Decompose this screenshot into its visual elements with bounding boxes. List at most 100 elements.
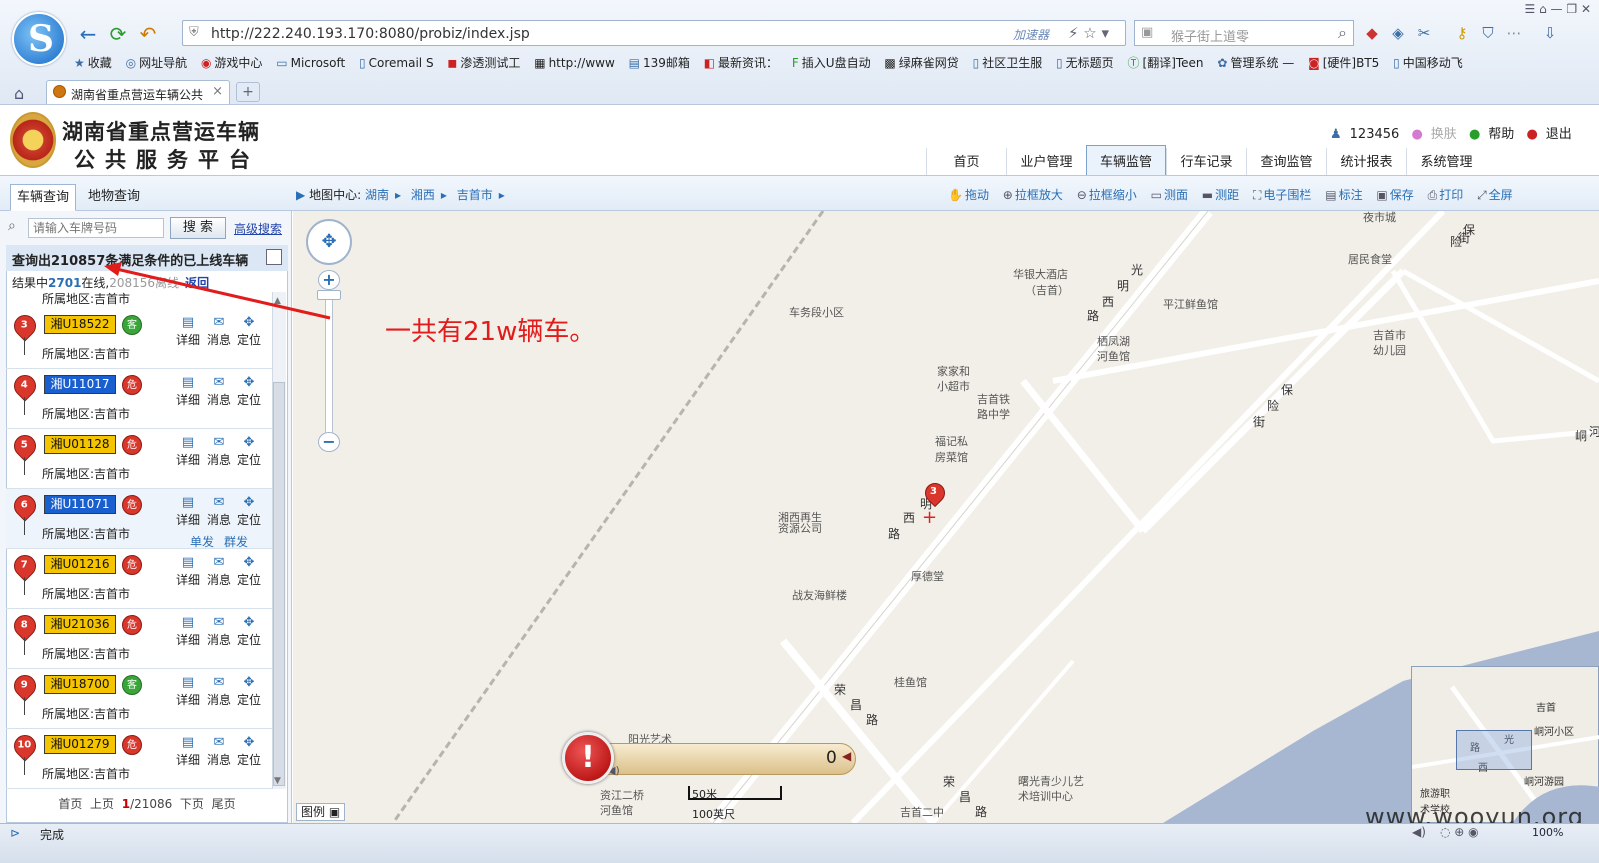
poi-nightmarket[interactable]: 夜市城 [1363,211,1396,225]
tool-save[interactable]: ▣ 保存 [1376,184,1413,206]
skin-label[interactable]: 换肤 [1431,127,1457,142]
nav-driving-record[interactable]: 行车记录 [1166,148,1246,175]
fav-item[interactable]: ◎ 网址导航 [126,54,188,71]
more-icon[interactable]: ⋯ [1504,24,1524,44]
map-canvas[interactable]: 夜市城 居民食堂 华银大酒店 （吉首） 平江鲜鱼馆 栖凤湖 河鱼馆 车务段小区 … [293,211,1599,823]
legend-button[interactable]: 图例 ▣ [296,803,346,821]
message-button[interactable]: ✉ 消息 [205,615,233,648]
poi-chewu[interactable]: 车务段小区 [789,304,844,320]
locate-button[interactable]: ✥ 定位 [235,675,263,708]
poi-jiajia[interactable]: 家家和 [937,363,970,379]
locate-button[interactable]: ✥ 定位 [235,375,263,408]
zoom-out-button[interactable]: − [318,432,340,452]
alarm-arrow-icon[interactable]: ◀ [842,749,851,763]
fav-item[interactable]: ◼ 渗透测试工 [447,54,520,71]
vehicle-row[interactable]: 9 湘U18700 客所属地区:吉首市 ▤ 详细 ✉ 消息 ✥ 定位 [6,669,272,729]
undo-icon[interactable]: ↶ [136,22,160,46]
message-button[interactable]: ✉ 消息 [205,555,233,588]
zoom-in-button[interactable]: + [318,270,340,290]
poi-jishou2[interactable]: 吉首二中 [900,804,944,820]
volume-icon[interactable]: ◀) [1412,825,1426,839]
poi-canteen[interactable]: 居民食堂 [1348,251,1392,267]
scroll-thumb[interactable] [273,382,285,786]
breadcrumb-prefecture[interactable]: 湘西 [411,188,435,202]
zoom-level[interactable]: 100% [1532,826,1563,839]
fav-item[interactable]: ▯ 社区卫生服 [973,54,1043,71]
detail-button[interactable]: ▤ 详细 [174,375,202,408]
tab-poi-query[interactable]: 地物查询 [82,184,146,210]
vehicle-marker-icon[interactable]: 10 [9,730,41,762]
back-link[interactable]: 返回 [185,276,209,290]
fav-item[interactable]: ▭ Microsoft [276,56,345,70]
poi-houde[interactable]: 厚德堂 [911,568,944,584]
vehicle-row[interactable]: 3 湘U18522 客所属地区:吉首市 ▤ 详细 ✉ 消息 ✥ 定位 [6,309,272,369]
help-icon[interactable]: ● [1469,127,1480,142]
sidebar-toggle-icon[interactable]: ⊳ [10,826,20,840]
tool-pan[interactable]: ✋ 拖动 [948,184,989,206]
advanced-search-link[interactable]: 高级搜索 [234,220,282,237]
tool-geofence[interactable]: ⛶ 电子围栏 [1253,184,1311,206]
skin-icon[interactable]: ● [1411,127,1422,142]
pager-prev[interactable]: 上页 [90,797,114,811]
search-icon[interactable]: ⌕ [1338,23,1347,43]
key-icon[interactable]: ⚷ [1452,24,1472,44]
breadcrumb-province[interactable]: 湖南 [365,188,389,202]
tool-zoom-in-box[interactable]: ⊕ 拉框放大 [1003,184,1063,206]
plate-number[interactable]: 湘U11017 [44,375,116,394]
detail-button[interactable]: ▤ 详细 [174,675,202,708]
nav-vehicle-monitor[interactable]: 车辆监管 [1086,145,1166,175]
message-button[interactable]: ✉ 消息 [205,675,233,708]
shield-toolbar-icon[interactable]: ⛉ [1478,24,1498,44]
fav-item[interactable]: ▯ 无标题页 [1056,54,1114,71]
fav-item[interactable]: ★ 收藏 [74,54,112,71]
fav-item[interactable]: ▩ 绿麻雀网贷 [884,54,958,71]
message-button[interactable]: ✉ 消息 [205,375,233,408]
alarm-bar[interactable] [598,743,856,775]
zoom-slider[interactable] [325,296,333,434]
vehicle-marker-icon[interactable]: 5 [9,430,41,462]
locate-button[interactable]: ✥ 定位 [235,435,263,468]
pan-control[interactable]: ✥ [306,219,352,265]
pager-next[interactable]: 下页 [180,797,204,811]
tool-fullscreen[interactable]: ⤢ 全屏 [1477,184,1513,206]
detail-button[interactable]: ▤ 详细 [174,555,202,588]
vehicle-row[interactable]: 10 湘U01279 危所属地区:吉首市 ▤ 详细 ✉ 消息 ✥ 定位 [6,729,272,789]
poi-jstie[interactable]: 吉首铁 [977,391,1010,407]
tool-zoom-out-box[interactable]: ⊖ 拉框缩小 [1077,184,1137,206]
vehicle-row[interactable]: 4 湘U11017 危所属地区:吉首市 ▤ 详细 ✉ 消息 ✥ 定位 [6,369,272,429]
vehicle-row[interactable]: 5 湘U01128 危所属地区:吉首市 ▤ 详细 ✉ 消息 ✥ 定位 [6,429,272,489]
nav-system[interactable]: 系统管理 [1406,148,1486,175]
poi-pingjiang[interactable]: 平江鲜鱼馆 [1163,296,1218,312]
nav-home[interactable]: 首页 [926,148,1006,175]
scroll-down-icon[interactable]: ▼ [274,776,281,786]
vehicle-row[interactable]: 7 湘U01216 危所属地区:吉首市 ▤ 详细 ✉ 消息 ✥ 定位 [6,549,272,609]
vehicle-row[interactable]: 8 湘U21036 危所属地区:吉首市 ▤ 详细 ✉ 消息 ✥ 定位 [6,609,272,669]
new-tab-button[interactable]: + [236,82,260,102]
accelerator-label[interactable]: 加速器 [1013,26,1049,43]
back-icon[interactable]: ← [76,22,100,46]
address-bar[interactable]: ⛨ http://222.240.193.170:8080/probiz/ind… [182,20,1126,46]
locate-button[interactable]: ✥ 定位 [235,735,263,768]
poi-guiyu[interactable]: 桂鱼馆 [894,674,927,690]
plate-number[interactable]: 湘U18700 [44,675,116,694]
detail-button[interactable]: ▤ 详细 [174,435,202,468]
fav-item[interactable]: ▤ 139邮箱 [629,54,690,71]
browser-tab[interactable]: 湖南省重点营运车辆公共 × [46,80,230,104]
nav-statistics[interactable]: 统计报表 [1326,148,1406,175]
star-icon[interactable]: ⚡ ☆ ▾ [1068,24,1109,42]
poi-qifeng[interactable]: 栖凤湖 [1097,333,1130,349]
home-icon[interactable]: ⌂ [14,84,24,103]
scroll-up-icon[interactable]: ▲ [274,296,281,306]
fav-item[interactable]: ✿ 管理系统 — [1217,54,1294,71]
pager-first[interactable]: 首页 [58,797,82,811]
nav-query[interactable]: 查询监管 [1246,148,1326,175]
detail-button[interactable]: ▤ 详细 [174,315,202,348]
select-all-checkbox[interactable] [266,249,282,265]
pager-last[interactable]: 尾页 [212,797,236,811]
detail-button[interactable]: ▤ 详细 [174,495,202,528]
tool-print[interactable]: ⎙ 打印 [1428,184,1464,206]
window-controls[interactable]: ☰ ⌂ — ❐ ✕ [1525,2,1591,16]
url-text[interactable]: http://222.240.193.170:8080/probiz/index… [211,26,530,42]
help-label[interactable]: 帮助 [1488,127,1514,142]
plate-number[interactable]: 湘U18522 [44,315,116,334]
